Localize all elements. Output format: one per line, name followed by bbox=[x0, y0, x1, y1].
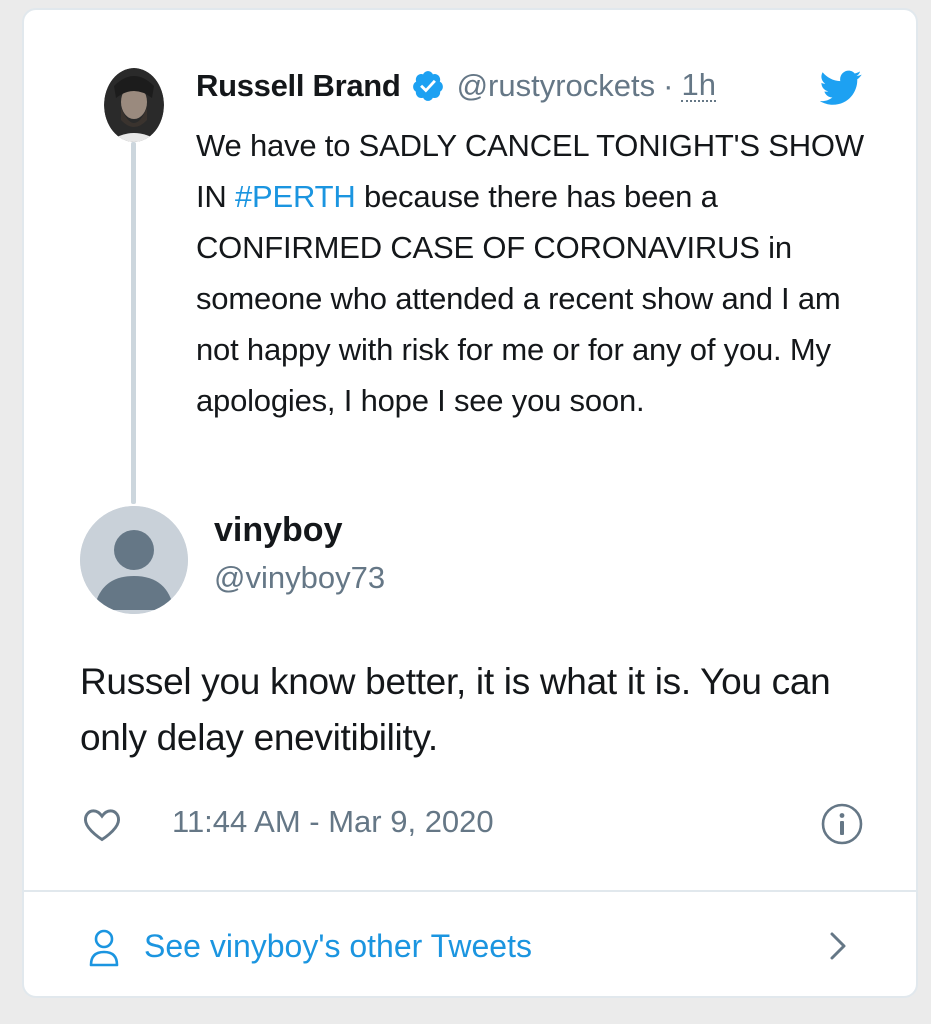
see-other-tweets-label[interactable]: See vinyboy's other Tweets bbox=[144, 926, 532, 966]
reply-author-avatar[interactable] bbox=[80, 506, 188, 614]
reply-author-name[interactable]: vinyboy bbox=[214, 510, 342, 550]
verified-badge-icon bbox=[411, 69, 445, 103]
header-separator: · bbox=[663, 68, 674, 103]
hashtag-link[interactable]: #PERTH bbox=[235, 179, 356, 214]
thread-connector-line bbox=[131, 142, 136, 504]
twitter-bird-icon[interactable] bbox=[819, 70, 862, 106]
see-other-tweets-link[interactable]: See vinyboy's other Tweets bbox=[24, 892, 916, 996]
parent-author-name[interactable]: Russell Brand bbox=[196, 68, 401, 104]
chevron-right-icon[interactable] bbox=[824, 928, 852, 964]
parent-tweet-text-end: because there has been a CONFIRMED CASE … bbox=[196, 179, 841, 418]
parent-author-avatar[interactable] bbox=[104, 68, 164, 142]
reply-author-handle[interactable]: @vinyboy73 bbox=[214, 558, 385, 598]
parent-author-handle[interactable]: @rustyrockets bbox=[457, 68, 656, 104]
reply-tweet-text: Russel you know better, it is what it is… bbox=[80, 661, 831, 758]
tweet-card: Russell Brand @rustyrockets · 1h We have… bbox=[22, 8, 918, 998]
parent-tweet-header: Russell Brand @rustyrockets · 1h bbox=[196, 66, 716, 106]
heart-icon[interactable] bbox=[82, 806, 122, 842]
person-icon bbox=[88, 928, 120, 968]
info-icon[interactable] bbox=[820, 802, 864, 846]
parent-tweet-text: We have to SADLY CANCEL TONIGHT'S SHOW I… bbox=[196, 120, 886, 426]
parent-tweet-time[interactable]: 1h bbox=[681, 69, 716, 102]
tweet-timestamp[interactable]: 11:44 AM - Mar 9, 2020 bbox=[172, 802, 494, 842]
